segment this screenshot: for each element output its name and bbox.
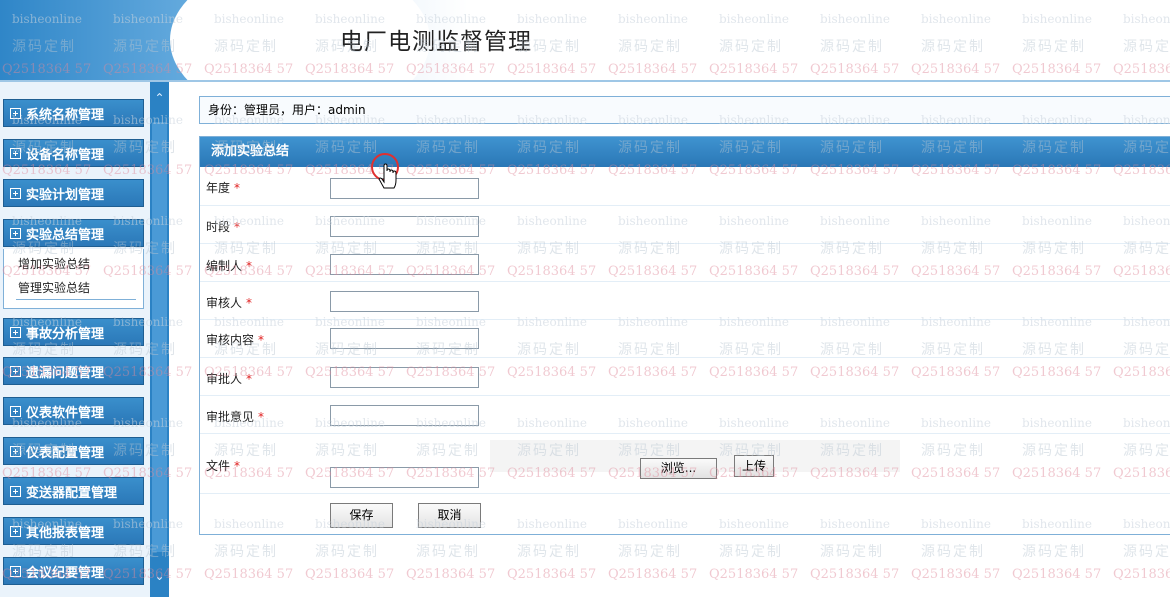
required-mark: * [258,333,265,347]
chevron-down-icon[interactable]: ⌄ [153,570,166,583]
sidebar-item-label: 系统名称管理 [26,107,105,123]
field-label-review-content: 审核内容 * [206,333,265,347]
expand-plus-icon [10,147,21,159]
year-input[interactable] [330,178,479,199]
form-title: 添加实验总结 [200,137,1170,167]
required-mark: * [234,459,241,473]
expand-plus-icon [10,525,21,537]
sidebar-item-label: 变送器配置管理 [26,485,118,501]
field-label-file: 文件 * [206,459,241,473]
browse-button[interactable]: 浏览... [640,458,717,479]
expand-plus-icon [10,445,21,457]
required-mark: * [246,372,253,386]
submenu-add-summary[interactable]: 增加实验总结 [18,255,90,272]
field-row-author: 编制人 * [200,244,1170,282]
scrollbar-thumb[interactable] [152,122,167,552]
sidebar-item-label: 仪表软件管理 [26,405,105,421]
field-label-period: 时段 * [206,220,241,234]
required-mark: * [234,181,241,195]
sidebar-item-instrument-config[interactable]: 仪表配置管理 [3,437,144,465]
sidebar-item-label: 会议纪要管理 [26,565,105,581]
sidebar-item-label: 遗漏问题管理 [26,365,105,381]
sidebar-item-transmitter-config[interactable]: 变送器配置管理 [3,477,144,505]
sidebar-item-meeting-minutes[interactable]: 会议纪要管理 [3,557,144,585]
sidebar-item-missed-issues[interactable]: 遗漏问题管理 [3,357,144,385]
sidebar-item-label: 设备名称管理 [26,147,105,163]
sidebar-item-accident-analysis[interactable]: 事故分析管理 [3,318,144,346]
sidebar-item-label: 仪表配置管理 [26,445,105,461]
app-title: 电厂电测监督管理 [340,29,532,55]
field-label-author: 编制人 * [206,259,253,273]
sidebar-scrollbar[interactable]: ⌃ ⌄ [150,82,169,597]
sidebar-item-label: 事故分析管理 [26,326,105,342]
save-button[interactable]: 保存 [330,503,393,528]
add-summary-form: 添加实验总结 年度 * 时段 * 编制人 * 审核人 * 审核内容 * 审批人 * 审批意见… [199,136,1170,535]
field-row-approval-opinion: 审批意见 * [200,396,1170,434]
user-identity-bar: 身份：管理员，用户：admin [199,96,1170,124]
sidebar-item-device-name[interactable]: 设备名称管理 [3,139,144,167]
field-row-reviewer: 审核人 * [200,282,1170,320]
expand-plus-icon [10,365,21,377]
period-input[interactable] [330,216,479,237]
required-mark: * [234,220,241,234]
sidebar-item-label: 其他报表管理 [26,525,105,541]
review-content-input[interactable] [330,328,479,349]
app-header: 电厂电测监督管理 [0,0,1170,82]
submenu-divider [16,299,136,300]
field-row-approver: 审批人 * [200,358,1170,396]
sidebar-item-test-plan[interactable]: 实验计划管理 [3,179,144,207]
main-content: 身份：管理员，用户：admin 添加实验总结 年度 * 时段 * 编制人 * 审核人 *… [169,82,1170,597]
required-mark: * [246,296,253,310]
file-path-input[interactable] [330,467,479,488]
sidebar-item-other-reports[interactable]: 其他报表管理 [3,517,144,545]
sidebar-item-test-summary[interactable]: 实验总结管理 [3,219,144,247]
expand-plus-icon [10,485,21,497]
expand-plus-icon [10,227,21,239]
expand-plus-icon [10,326,21,338]
sidebar-item-label: 实验总结管理 [26,227,105,243]
field-row-period: 时段 * [200,206,1170,244]
required-mark: * [246,259,253,273]
field-row-review-content: 审核内容 * [200,320,1170,358]
expand-plus-icon [10,565,21,577]
field-label-approval-opinion: 审批意见 * [206,410,265,424]
required-mark: * [258,410,265,424]
sidebar-item-system-name[interactable]: 系统名称管理 [3,99,144,127]
sidebar: 系统名称管理 设备名称管理 实验计划管理 实验总结管理 增加实验总结 管理实验总… [0,82,150,597]
sidebar-item-instrument-software[interactable]: 仪表软件管理 [3,397,144,425]
hand-pointer-icon [371,153,399,189]
field-label-approver: 审批人 * [206,372,253,386]
submenu-manage-summary[interactable]: 管理实验总结 [18,279,90,296]
approver-input[interactable] [330,367,479,388]
cancel-button[interactable]: 取消 [418,503,481,528]
expand-plus-icon [10,405,21,417]
upload-button[interactable]: 上传 [734,455,774,477]
approval-opinion-input[interactable] [330,405,479,426]
test-summary-submenu: 增加实验总结 管理实验总结 [3,249,144,309]
expand-plus-icon [10,107,21,119]
field-label-year: 年度 * [206,181,241,195]
field-row-year: 年度 * [200,167,1170,206]
chevron-up-icon[interactable]: ⌃ [153,92,166,105]
field-label-reviewer: 审核人 * [206,296,253,310]
author-input[interactable] [330,254,479,275]
sidebar-item-label: 实验计划管理 [26,187,105,203]
expand-plus-icon [10,187,21,199]
reviewer-input[interactable] [330,291,479,312]
